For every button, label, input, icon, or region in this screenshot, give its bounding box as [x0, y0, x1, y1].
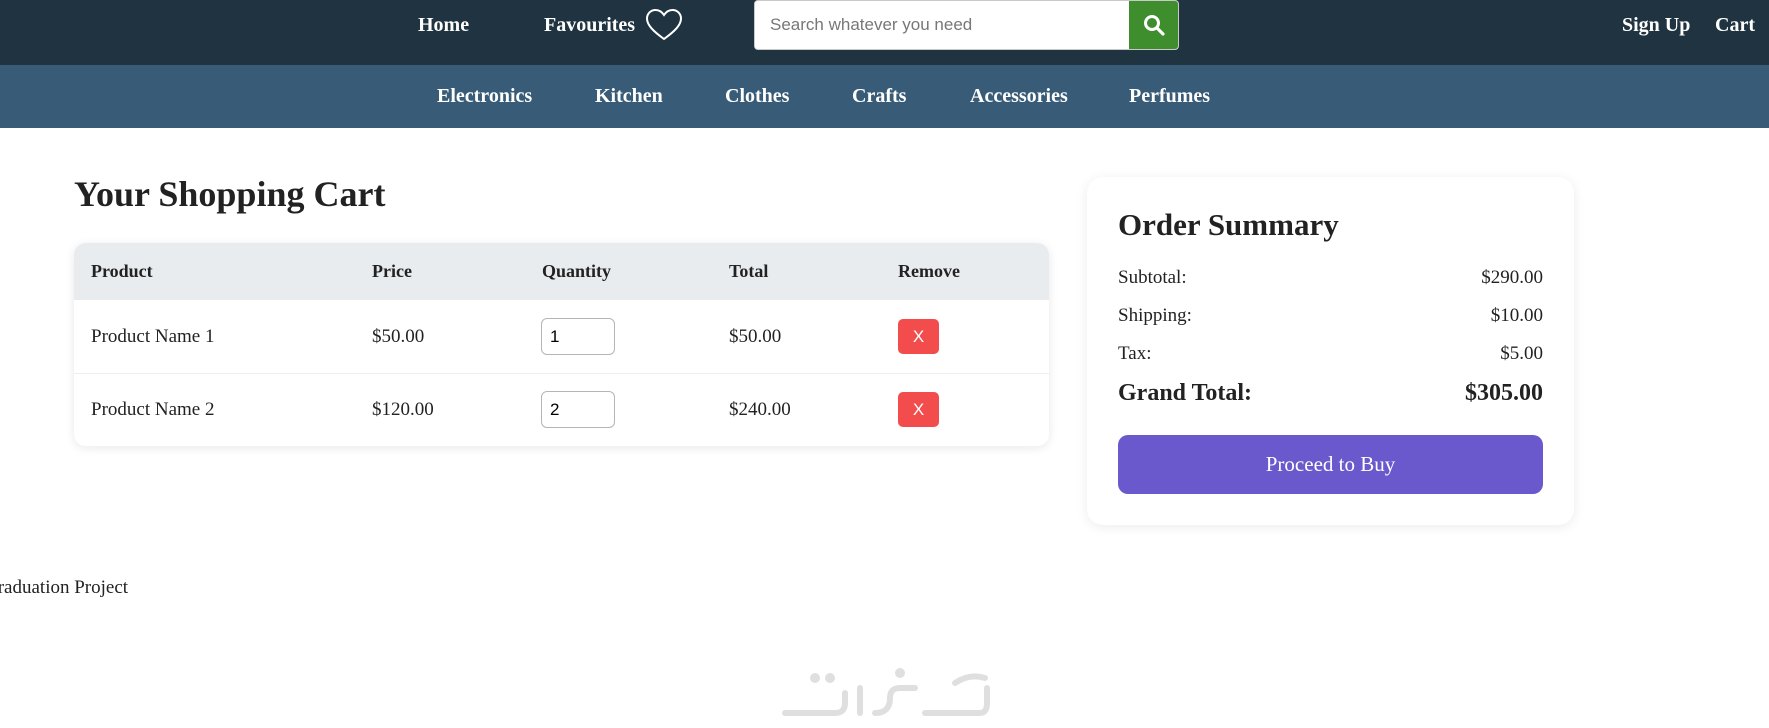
grand-total-value: $305.00 — [1465, 380, 1543, 406]
table-row: Product Name 2 $120.00 $240.00 X — [74, 373, 1049, 446]
quantity-input[interactable] — [541, 318, 615, 355]
row-price: $120.00 — [372, 399, 434, 420]
shipping-row: Shipping: $10.00 — [1118, 305, 1543, 333]
nav-favourites-label: Favourites — [544, 14, 636, 36]
quantity-input[interactable] — [541, 391, 615, 428]
subtotal-label: Subtotal: — [1118, 267, 1187, 288]
remove-item-button[interactable]: X — [898, 319, 939, 354]
grand-total-row: Grand Total: $305.00 — [1118, 380, 1543, 412]
column-header-product: Product — [91, 261, 153, 281]
order-summary-card: Order Summary Subtotal: $290.00 Shipping… — [1087, 177, 1574, 525]
nav-cart-link[interactable]: Cart — [1715, 0, 1755, 50]
table-row: Product Name 1 $50.00 $50.00 X — [74, 300, 1049, 373]
category-perfumes[interactable]: Perfumes — [1129, 65, 1210, 128]
category-kitchen[interactable]: Kitchen — [595, 65, 663, 128]
grand-total-label: Grand Total: — [1118, 380, 1253, 406]
category-electronics[interactable]: Electronics — [437, 65, 532, 128]
heart-icon — [646, 8, 683, 41]
cart-table-header: Product Price Quantity Total Remove — [74, 243, 1049, 300]
cart-table: Product Price Quantity Total Remove Prod… — [74, 243, 1049, 446]
tax-label: Tax: — [1118, 343, 1152, 364]
shipping-value: $10.00 — [1490, 305, 1543, 326]
footer-text: Graduation Project — [0, 577, 129, 598]
column-header-price: Price — [372, 261, 412, 281]
subtotal-value: $290.00 — [1481, 267, 1543, 288]
nav-signup-link[interactable]: Sign Up — [1622, 0, 1690, 50]
search-bar — [754, 0, 1179, 50]
row-total: $240.00 — [729, 399, 791, 420]
watermark-logo-icon — [782, 668, 990, 716]
cart-title: Your Shopping Cart — [74, 174, 386, 214]
search-icon — [1143, 15, 1165, 36]
category-navbar: Electronics Kitchen Clothes Crafts Acces… — [0, 65, 1769, 128]
row-divider — [74, 373, 1049, 374]
search-input[interactable] — [755, 1, 1129, 49]
nav-favourites-link[interactable]: Favourites — [544, 0, 683, 50]
shipping-label: Shipping: — [1118, 305, 1192, 326]
subtotal-row: Subtotal: $290.00 — [1118, 267, 1543, 295]
column-header-quantity: Quantity — [542, 261, 612, 281]
row-product-name: Product Name 2 — [91, 399, 215, 420]
row-product-name: Product Name 1 — [91, 326, 215, 347]
column-header-remove: Remove — [898, 261, 960, 281]
proceed-to-buy-button[interactable]: Proceed to Buy — [1118, 435, 1543, 494]
category-clothes[interactable]: Clothes — [725, 65, 789, 128]
row-total: $50.00 — [729, 326, 782, 347]
remove-item-button[interactable]: X — [898, 392, 939, 427]
category-accessories[interactable]: Accessories — [970, 65, 1068, 128]
tax-row: Tax: $5.00 — [1118, 343, 1543, 371]
tax-value: $5.00 — [1500, 343, 1543, 364]
search-button[interactable] — [1129, 1, 1178, 49]
top-navbar: Home Favourites Sign Up Cart — [0, 0, 1769, 65]
nav-home-link[interactable]: Home — [418, 0, 469, 50]
order-summary-title: Order Summary — [1118, 207, 1339, 242]
row-price: $50.00 — [372, 326, 425, 347]
category-crafts[interactable]: Crafts — [852, 65, 906, 128]
column-header-total: Total — [729, 261, 769, 281]
